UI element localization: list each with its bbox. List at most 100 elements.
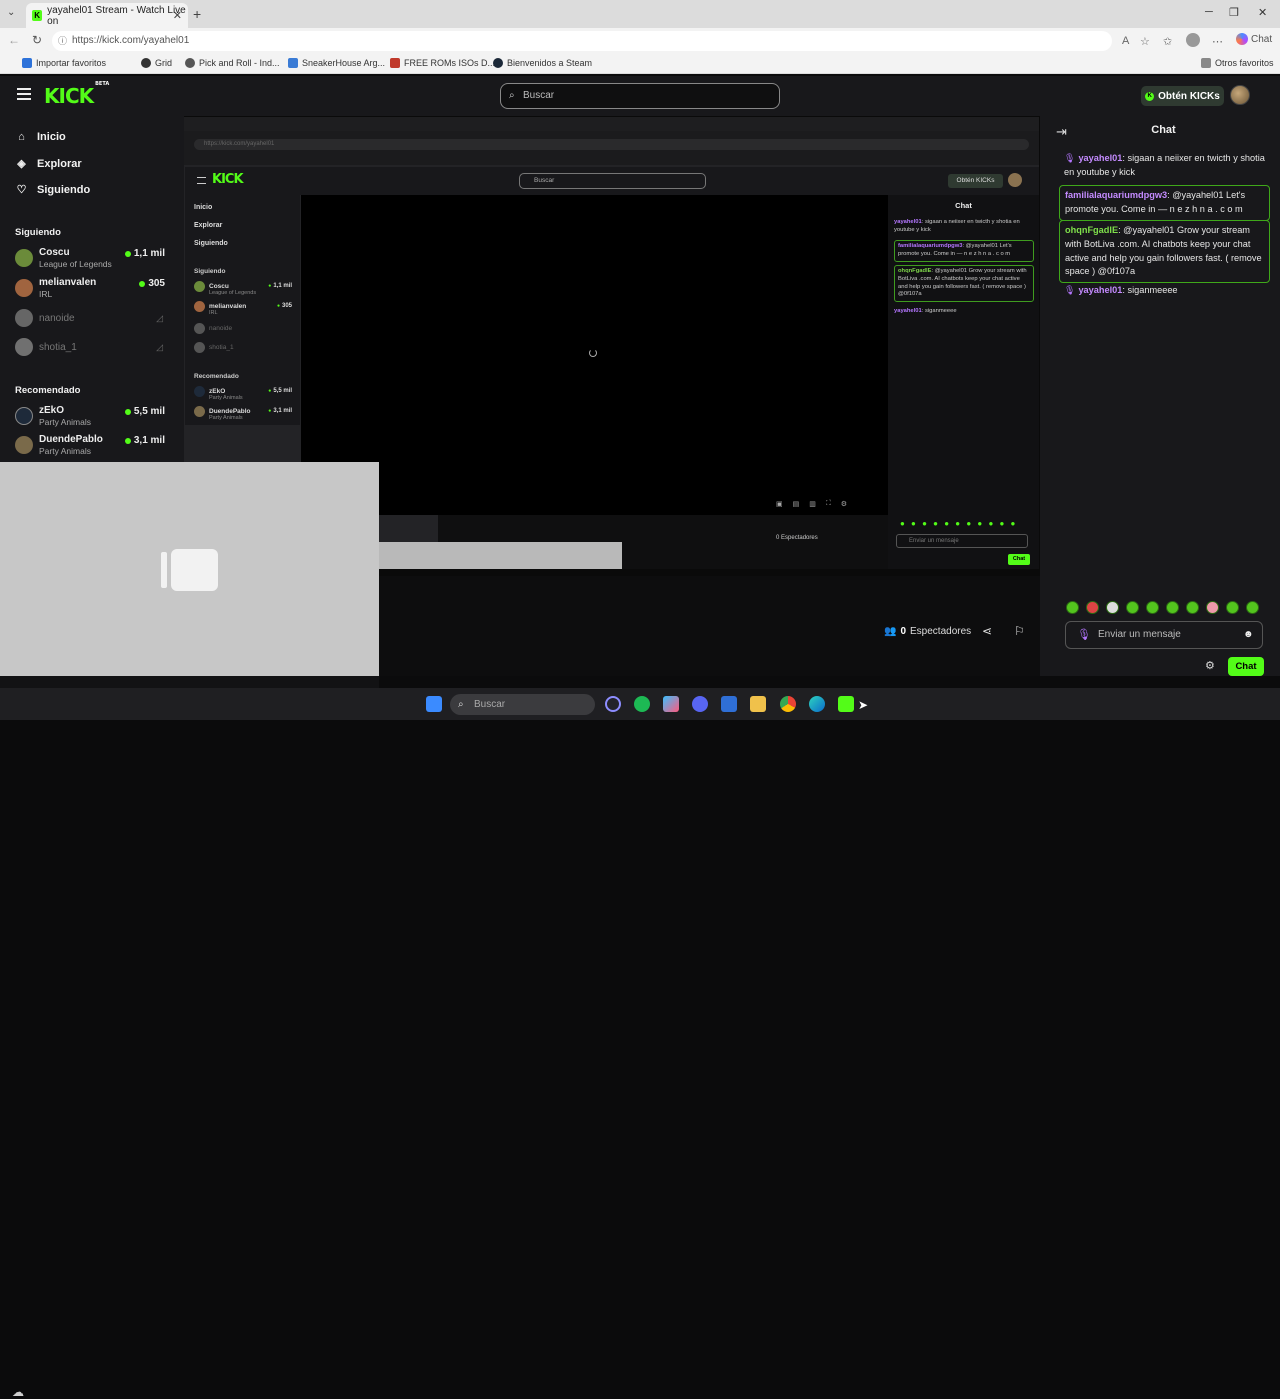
emote-bar — [1066, 601, 1259, 614]
sidebar-item-siguiendo[interactable]: ♡ Siguiendo — [16, 183, 91, 197]
nested-hamburger-icon — [197, 177, 206, 184]
get-kicks-button[interactable]: K Obtén KICKs — [1141, 86, 1224, 106]
copilot-app-icon[interactable] — [663, 696, 679, 712]
live-dot-icon — [139, 280, 146, 287]
viewer-count: 3,1 mil — [124, 435, 165, 446]
live-dot-icon — [124, 408, 131, 415]
nested-address-bar: https://kick.com/yayahel01 — [184, 131, 1039, 165]
kick-app-icon[interactable] — [838, 696, 854, 712]
more-menu-icon[interactable]: ⋯ — [1212, 35, 1223, 48]
user-avatar[interactable] — [1230, 85, 1250, 105]
sidebar-item-inicio[interactable]: ⌂ Inicio — [16, 131, 66, 143]
new-tab-icon[interactable]: + — [193, 6, 201, 22]
following-channel[interactable]: nanoide ◿ — [15, 306, 165, 332]
recommended-channel[interactable]: zEkO Party Animals 5,5 mil — [15, 404, 165, 430]
emote-icon[interactable] — [1146, 601, 1159, 614]
viewer-count: 5,5 mil — [124, 406, 165, 417]
kick-logo[interactable]: KICK BETA — [44, 81, 109, 108]
emote-icon[interactable] — [1246, 601, 1259, 614]
reload-icon[interactable]: ↻ — [32, 33, 42, 47]
weather-icon[interactable]: ☁ — [12, 1385, 24, 1399]
maximize-icon[interactable]: ❐ — [1229, 6, 1239, 19]
nested-kick-logo: KICK — [212, 172, 244, 187]
emote-icon[interactable] — [1226, 601, 1239, 614]
emote-icon[interactable] — [1066, 601, 1079, 614]
chat-username[interactable]: familialaquariumdpgw3 — [1065, 190, 1167, 200]
channel-avatar — [15, 249, 33, 267]
copilot-label: Chat — [1251, 33, 1273, 45]
emote-icon[interactable] — [1106, 601, 1119, 614]
favorites-icon[interactable]: ✩ — [1163, 35, 1172, 48]
read-aloud-icon[interactable]: A — [1122, 35, 1129, 47]
bookmark-grid[interactable]: Grid — [141, 58, 172, 68]
nested-channel: DuendePabloParty Animals3,1 mil — [194, 406, 292, 421]
back-icon[interactable]: ← — [8, 33, 20, 47]
nested-kick-header: KICK Buscar Obtén KICKs — [185, 167, 1039, 195]
nested-viewers: 0 Espectadores — [776, 535, 818, 541]
chat-username[interactable]: yayahel01 — [1078, 153, 1122, 163]
edge-icon[interactable] — [809, 696, 825, 712]
bookmark-sneakerhouse[interactable]: SneakerHouse Arg... — [288, 58, 385, 68]
nested-search: Buscar — [519, 173, 706, 189]
chat-settings-icon[interactable]: ⚙ — [1205, 659, 1215, 672]
report-icon[interactable]: ⚐ — [1014, 624, 1025, 638]
start-icon[interactable] — [426, 696, 442, 712]
share-icon[interactable]: ⋖ — [982, 624, 992, 638]
close-tab-icon[interactable]: ✕ — [173, 9, 182, 22]
search-icon: ⌕ — [509, 90, 515, 101]
steam-icon — [493, 58, 503, 68]
cortana-icon[interactable] — [605, 696, 621, 712]
recommended-channel[interactable]: DuendePablo Party Animals 3,1 mil — [15, 433, 165, 459]
taskbar-search[interactable]: ⌕ Buscar — [450, 694, 595, 715]
close-window-icon[interactable]: ✕ — [1258, 6, 1267, 19]
emote-icon[interactable] — [1166, 601, 1179, 614]
following-channel[interactable]: Coscu League of Legends 1,1 mil — [15, 246, 165, 272]
chat-input-placeholder: Enviar un mensaje — [1098, 629, 1181, 640]
loading-spinner-icon — [589, 349, 597, 357]
hamburger-menu-icon[interactable] — [17, 88, 31, 100]
spotify-icon[interactable] — [634, 696, 650, 712]
sneakerhouse-icon — [288, 58, 298, 68]
chat-message-input[interactable]: 🎙 Enviar un mensaje — [1065, 621, 1263, 649]
search-input[interactable]: ⌕ Buscar — [500, 83, 780, 109]
emote-icon[interactable] — [1186, 601, 1199, 614]
sidebar: ⌂ Inicio ◈ Explorar ♡ Siguiendo Siguiendo C… — [0, 116, 184, 462]
emoji-picker-icon[interactable]: ☻ — [1243, 629, 1254, 640]
mouse-cursor-icon: ➤ — [858, 698, 869, 712]
discord-icon[interactable] — [692, 696, 708, 712]
chat-send-button[interactable]: Chat — [1228, 657, 1264, 676]
favorite-star-icon[interactable]: ☆ — [1140, 35, 1150, 48]
emote-icon[interactable] — [1086, 601, 1099, 614]
chat-username[interactable]: yayahel01 — [1078, 285, 1122, 295]
other-bookmarks[interactable]: Otros favoritos — [1201, 58, 1274, 68]
profile-avatar-icon[interactable] — [1186, 33, 1200, 47]
bookmark-steam[interactable]: Bienvenidos a Steam — [493, 58, 592, 68]
chat-username[interactable]: ohqnFgadlE — [1065, 225, 1118, 235]
bookmark-import[interactable]: Importar favoritos — [22, 58, 106, 68]
file-explorer-icon[interactable] — [750, 696, 766, 712]
following-channel[interactable]: shotia_1 ◿ — [15, 335, 165, 361]
browser-tab-bar: ⌄ K yayahel01 Stream - Watch Live on ✕ +… — [0, 0, 1280, 28]
sidebar-item-explorar[interactable]: ◈ Explorar — [16, 157, 81, 171]
store-icon[interactable] — [721, 696, 737, 712]
following-channel[interactable]: melianvalen IRL 305 — [15, 276, 165, 302]
bookmark-free-roms[interactable]: FREE ROMs ISOs D... — [390, 58, 495, 68]
chrome-icon[interactable] — [780, 696, 796, 712]
nested-url: https://kick.com/yayahel01 — [194, 139, 1029, 150]
copilot-button[interactable]: Chat — [1236, 33, 1272, 45]
channel-avatar — [15, 309, 33, 327]
nested-chat: Chat yayahel01: sigaan a neiixer en twic… — [888, 195, 1039, 569]
url-field[interactable]: ⓘ https://kick.com/yayahel01 — [52, 31, 1112, 51]
nested-channel: zEkOParty Animals5,5 mil — [194, 386, 292, 401]
tab-list-chevron-icon[interactable]: ⌄ — [7, 7, 15, 18]
emote-icon[interactable] — [1126, 601, 1139, 614]
emote-icon[interactable] — [1206, 601, 1219, 614]
url-text: https://kick.com/yayahel01 — [72, 35, 190, 46]
get-kicks-label: Obtén KICKs — [1158, 90, 1220, 102]
mic-badge-icon: 🎙 — [1064, 153, 1076, 163]
site-info-icon[interactable]: ⓘ — [58, 31, 67, 51]
viewers-icon: 👥 — [884, 626, 897, 637]
minimize-icon[interactable]: ─ — [1205, 6, 1213, 18]
bookmark-pick-and-roll[interactable]: Pick and Roll - Ind... — [185, 58, 280, 68]
browser-tab[interactable]: K yayahel01 Stream - Watch Live on ✕ — [26, 3, 188, 28]
